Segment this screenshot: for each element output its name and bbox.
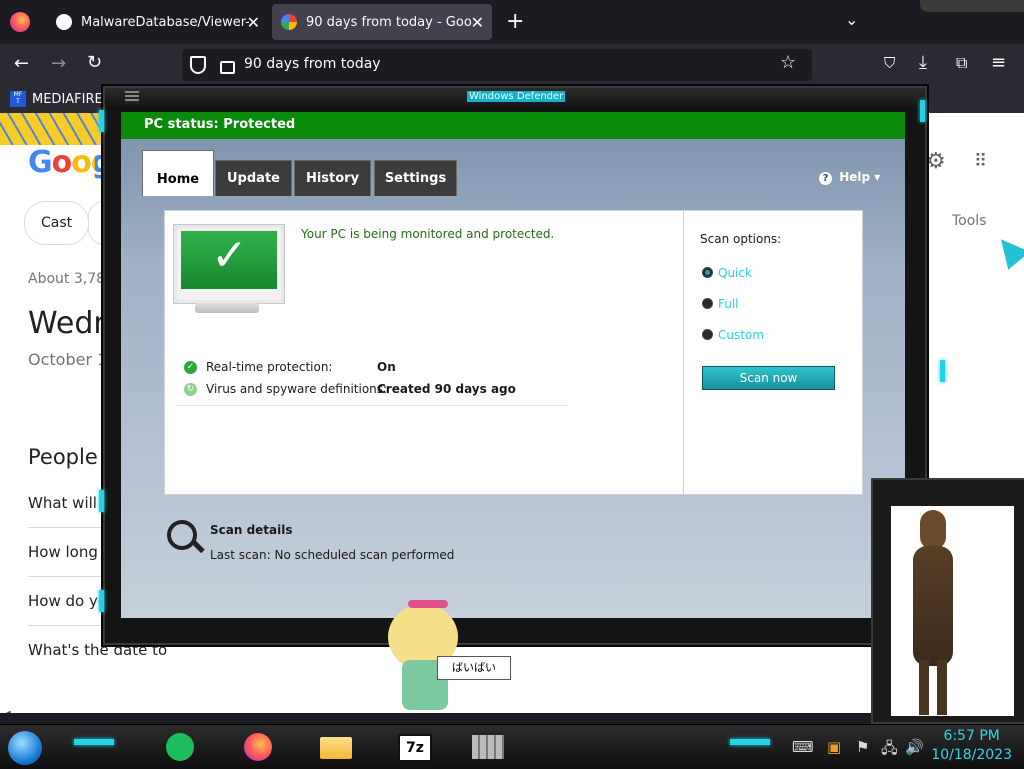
last-scan: Last scan: No scheduled scan performed: [210, 548, 455, 562]
clock[interactable]: 6:57 PM 10/18/2023: [931, 727, 1012, 765]
creature-figure[interactable]: [909, 510, 959, 715]
frame-accent: [99, 590, 104, 612]
results-count: About 3,780: [28, 271, 114, 287]
firefox-menu-icon[interactable]: [10, 12, 30, 32]
pc-status: PC status: Protected: [144, 117, 296, 132]
reload-icon[interactable]: ↻: [87, 52, 102, 73]
check-ok-icon: ✓: [184, 361, 197, 374]
pocket-icon[interactable]: ⛉: [884, 54, 895, 72]
magnifier-handle: [191, 539, 205, 554]
google-icon: [281, 14, 297, 30]
radio-icon: [702, 298, 713, 309]
url-bar[interactable]: 90 days from today ☆: [182, 49, 812, 81]
settings-gear-icon[interactable]: ⚙: [926, 149, 946, 174]
protected-monitor-icon: ✓: [174, 225, 284, 303]
help-label: Help: [839, 170, 871, 184]
volume-icon[interactable]: 🔊: [905, 738, 924, 756]
network-icon[interactable]: 🖧: [881, 738, 898, 763]
close-tab-icon[interactable]: ✕: [247, 13, 260, 32]
firefox-icon[interactable]: [240, 731, 276, 763]
frame-accent: [99, 110, 104, 132]
apps-grid-icon[interactable]: ⠿: [974, 151, 987, 172]
pc-status-bar: PC status: Protected: [121, 112, 905, 139]
tools-button[interactable]: Tools: [952, 213, 987, 229]
tab-github[interactable]: MalwareDatabase/Viewer-Made ✕: [46, 4, 268, 40]
radio-icon: [702, 329, 713, 340]
skin-menu-icon[interactable]: [125, 91, 139, 103]
new-tab-icon[interactable]: +: [506, 9, 524, 34]
start-orb-icon[interactable]: [8, 731, 42, 765]
help-menu[interactable]: ? Help ▾: [819, 170, 880, 185]
forward-icon[interactable]: →: [51, 53, 66, 74]
hamburger-menu-icon[interactable]: ≡: [991, 52, 1006, 73]
monitor-stand: [195, 303, 259, 313]
notes-app-icon[interactable]: [162, 731, 198, 763]
back-icon[interactable]: ←: [14, 53, 29, 74]
windows-defender-window: PC status: Protected Home Update History…: [121, 112, 905, 618]
downloads-icon[interactable]: ⤓: [919, 52, 927, 73]
github-icon: [56, 14, 72, 30]
app-tray-icon[interactable]: ▣: [827, 738, 841, 756]
paa-question[interactable]: How long a: [28, 543, 112, 561]
help-icon: ?: [819, 172, 832, 185]
lock-icon[interactable]: [220, 61, 235, 74]
shield-icon[interactable]: [190, 56, 206, 74]
flag-icon[interactable]: ⚑: [856, 738, 869, 756]
navigation-toolbar: ← → ↻ 90 days from today ☆ ⛉ ⤓ ⧉ ≡: [0, 44, 1024, 86]
clock-time: 6:57 PM: [943, 728, 1000, 744]
status-panel: ✓ Your PC is being monitored and protect…: [164, 210, 685, 495]
radio-selected-icon: [702, 267, 713, 278]
tab-google[interactable]: 90 days from today - Google Se ✕: [272, 4, 492, 40]
scan-options-panel: Scan options: Quick Full Custom Scan now: [683, 210, 863, 495]
tab-settings[interactable]: Settings: [374, 160, 457, 196]
scan-now-button[interactable]: Scan now: [702, 366, 835, 390]
window-controls[interactable]: [920, 0, 1024, 12]
frame-accent: [940, 360, 945, 382]
7zip-icon[interactable]: 7z: [396, 731, 432, 763]
tab-update[interactable]: Update: [215, 160, 292, 196]
bookmark-star-icon[interactable]: ☆: [780, 52, 796, 73]
list-tabs-icon[interactable]: ⌄: [845, 10, 858, 29]
realtime-label: Real-time protection:: [206, 360, 333, 374]
tab-home[interactable]: Home: [142, 150, 214, 196]
frame-accent: [920, 100, 925, 122]
tab-title: MalwareDatabase/Viewer-Made: [81, 14, 249, 30]
window-title: Windows Defender: [467, 91, 566, 102]
file-explorer-icon[interactable]: [318, 731, 354, 763]
scan-details-title: Scan details: [210, 523, 293, 537]
clock-date: 10/18/2023: [931, 747, 1012, 763]
browser-tab-bar: MalwareDatabase/Viewer-Made ✕ 90 days fr…: [0, 0, 1024, 44]
chip-label: Cast: [41, 215, 73, 231]
divider: [177, 405, 567, 406]
bookmark-mediafire[interactable]: MF T MEDIAFIRE R: [10, 89, 116, 109]
keyboard-icon[interactable]: ⌨: [792, 738, 814, 756]
scroll-left-icon[interactable]: ◀: [3, 709, 11, 713]
desktop-pet-window[interactable]: [871, 478, 1024, 724]
url-text[interactable]: 90 days from today: [244, 56, 381, 72]
close-tab-icon[interactable]: ✕: [471, 13, 484, 32]
tab-title: 90 days from today - Google Se: [306, 14, 472, 30]
taskbar-accent: [730, 739, 770, 745]
refresh-ok-icon: ↻: [184, 383, 197, 396]
definitions-value: Created 90 days ago: [377, 382, 516, 396]
frame-accent: [99, 490, 104, 512]
answer-day: Wedn: [28, 306, 113, 341]
paa-question[interactable]: How do yo: [28, 592, 107, 610]
castle-app-icon[interactable]: [470, 731, 506, 763]
extensions-icon[interactable]: ⧉: [956, 53, 967, 73]
chip-cast[interactable]: Cast: [24, 201, 90, 245]
taskbar: 7z ⌨ ▣ ⚑ 🖧 🔊 6:57 PM 10/18/2023: [0, 724, 1024, 769]
scan-options-label: Scan options:: [700, 232, 782, 246]
character-speech-bubble: ばいばい: [437, 656, 511, 680]
tab-history[interactable]: History: [294, 160, 371, 196]
protection-message: Your PC is being monitored and protected…: [301, 227, 555, 241]
mediafire-icon: MF T: [10, 91, 26, 107]
realtime-value: On: [377, 360, 396, 374]
definitions-label: Virus and spyware definitions:: [206, 382, 388, 396]
chevron-down-icon: ▾: [874, 170, 881, 184]
taskbar-accent: [74, 739, 114, 745]
